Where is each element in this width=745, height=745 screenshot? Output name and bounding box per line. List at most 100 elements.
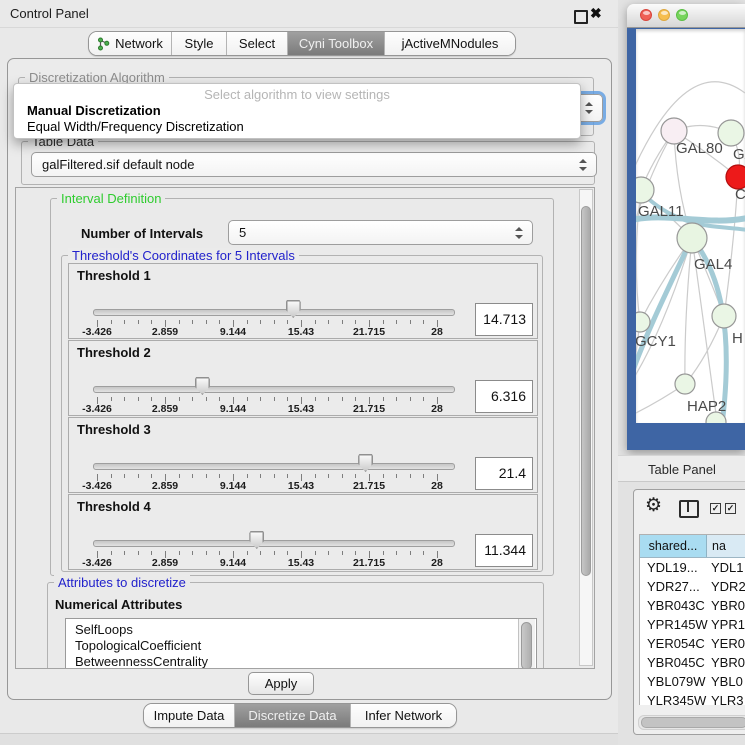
network-node[interactable] [636,312,650,332]
checkbox-icon[interactable]: ✓ [710,503,721,514]
float-window-icon[interactable] [574,10,588,24]
minimize-light[interactable] [658,9,670,21]
slider-track[interactable] [93,463,455,470]
number-of-intervals-combo[interactable]: 5 [228,220,533,245]
list-item[interactable]: SelfLoops [75,622,518,638]
screen: Control Panel ✖ NetworkStyleSelectCyni T… [0,0,745,745]
node-label: GAL11 [638,203,684,220]
table-cell: YBR0 [706,653,745,672]
network-node[interactable] [712,304,736,328]
tick-mark [124,551,125,555]
tick-mark [274,320,275,324]
network-canvas[interactable]: GAL80GACGAL11GAL4GCY1HHAP2 [636,29,745,423]
tab-select[interactable]: Select [227,32,288,55]
tick-mark [315,551,316,555]
tab-style[interactable]: Style [172,32,227,55]
tick-mark [124,397,125,401]
network-node[interactable] [718,120,744,146]
tab-impute-data[interactable]: Impute Data [144,704,235,727]
threshold-value-field[interactable]: 6.316 [475,380,533,413]
network-edge [685,238,692,384]
zoom-light[interactable] [676,9,688,21]
slider-track[interactable] [93,540,455,547]
tick-mark [410,551,411,555]
tab-jactivemnodules[interactable]: jActiveMNodules [385,32,515,55]
apply-button[interactable]: Apply [248,672,314,695]
tick-mark [287,397,288,401]
scale-label: 28 [413,326,461,338]
threshold-value-field[interactable]: 14.713 [475,303,533,336]
tick-mark [396,397,397,401]
column-header[interactable]: shared... [640,535,707,557]
table-body: YDL19...YDL1YDR27...YDR2YBR043CYBR0YPR14… [640,558,745,705]
algorithm-option[interactable]: Manual Discretization [27,103,161,118]
tick-mark [342,320,343,324]
checkbox-icon[interactable]: ✓ [725,503,736,514]
table-row[interactable]: YDR27...YDR2 [640,577,745,596]
table-row[interactable]: YPR145WYPR1 [640,615,745,634]
tab-network[interactable]: Network [89,32,172,55]
tick-mark [274,551,275,555]
table-cell: YPR145W [640,615,706,634]
table-cell: YBL0 [706,672,745,691]
node-label: GAL80 [676,140,723,157]
table-data-combo[interactable]: galFiltered.sif default node [31,152,597,177]
threshold-value-field[interactable]: 11.344 [475,534,533,567]
table-row[interactable]: YLR345WYLR3 [640,691,745,705]
table-horizontal-scrollbar[interactable] [638,715,745,730]
settings-vertical-scrollbar[interactable] [579,189,593,666]
close-light[interactable] [640,9,652,21]
list-item[interactable]: TopologicalCoefficient [75,638,518,654]
table-cell: YDR27... [640,577,706,596]
scale-label: 9.144 [209,403,257,415]
table-row[interactable]: YER054CYER0 [640,634,745,653]
scrollbar-thumb[interactable] [581,206,591,576]
list-item[interactable]: BetweennessCentrality [75,654,518,669]
tick-mark [192,551,193,555]
scale-label: 9.144 [209,557,257,569]
tick-mark [151,474,152,478]
tab-discretize-data[interactable]: Discretize Data [235,704,351,727]
network-node[interactable] [677,223,707,253]
threshold-value-field[interactable]: 21.4 [475,457,533,490]
tick-mark [274,474,275,478]
close-icon[interactable]: ✖ [590,5,602,22]
tab-infer-network[interactable]: Infer Network [351,704,456,727]
tick-mark [328,474,329,478]
tick-mark [315,474,316,478]
attributes-list[interactable]: SelfLoopsTopologicalCoefficientBetweenne… [66,619,518,669]
algorithm-dropdown-popup: Select algorithm to view settings Manual… [13,83,581,139]
table-row[interactable]: YBL079WYBL0 [640,672,745,691]
dropdown-prompt: Select algorithm to view settings [14,87,580,102]
combo-value: galFiltered.sif default node [42,157,194,172]
tick-mark [355,320,356,324]
number-of-intervals-label: Number of Intervals [81,226,203,241]
node-label: H [732,330,743,347]
tick-mark [219,397,220,401]
scrollbar-thumb[interactable] [521,622,532,669]
threshold-panel: Threshold 1-3.4262.8599.14415.4321.71528… [68,263,538,339]
tab-label: Network [115,36,163,51]
tick-mark [342,551,343,555]
algorithm-option[interactable]: Equal Width/Frequency Discretization [27,119,244,134]
table-cell: YPR1 [706,615,745,634]
slider-track[interactable] [93,309,455,316]
bottom-tab-bar: Impute DataDiscretize Data Infer Network [143,703,457,728]
slider-track[interactable] [93,386,455,393]
table-header-row: shared... na [640,535,745,558]
column-header[interactable]: na [707,535,745,557]
table-row[interactable]: YBR045CYBR0 [640,653,745,672]
tick-mark [151,320,152,324]
columns-icon[interactable] [679,500,699,518]
combo-value: 5 [239,225,246,240]
table-row[interactable]: YDL19...YDL1 [640,558,745,577]
attributes-scrollbar[interactable] [518,619,535,669]
gear-icon[interactable]: ⚙ [645,496,662,515]
network-node[interactable] [675,374,695,394]
table-row[interactable]: YBR043CYBR0 [640,596,745,615]
tick-mark [247,397,248,401]
tick-mark [287,551,288,555]
scrollbar-thumb[interactable] [641,717,745,728]
tab-cyni-toolbox[interactable]: Cyni Toolbox [288,32,385,55]
tab-label: Infer Network [365,708,442,723]
